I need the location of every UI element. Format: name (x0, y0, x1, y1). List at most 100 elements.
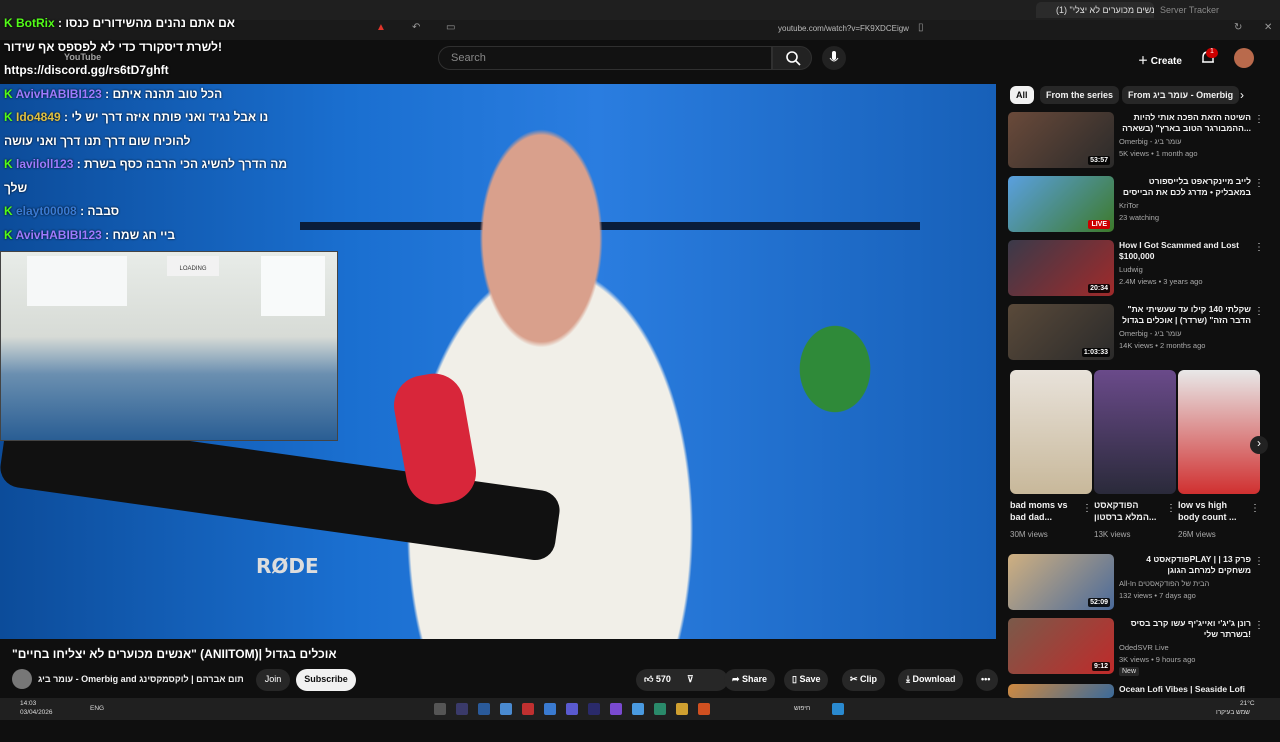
download-button[interactable]: ⤓ Download (898, 669, 964, 691)
chat-text: נו אבל נגיד ואני פותח איזה דרך יש לי (71, 110, 269, 124)
taskbar-app-icon[interactable] (632, 703, 644, 715)
video-thumbnail[interactable]: 1:03:33 (1008, 304, 1114, 360)
filter-chip[interactable]: All (1010, 86, 1034, 104)
like-button[interactable]: 👍︎ 570 ⊽ (636, 669, 728, 691)
taskbar-search-label[interactable]: חיפוש (794, 705, 810, 712)
recommended-video[interactable]: 52:09 פודקאסט 4PLAY | פרק 13 | משחקים למר… (1008, 554, 1264, 612)
kick-badge-icon: K (4, 110, 16, 124)
short-thumbnail[interactable] (1010, 370, 1092, 494)
chevron-right-icon[interactable]: › (1240, 88, 1244, 102)
clip-button[interactable]: ✂ Clip (842, 669, 886, 691)
kick-badge-icon: K (4, 86, 16, 101)
share-button[interactable]: ➦ Share (724, 669, 776, 691)
video-thumbnail[interactable]: 53:57 (1008, 112, 1114, 168)
chat-separator: : (60, 110, 72, 124)
taskbar-app-icon[interactable] (676, 703, 688, 715)
subscribe-button[interactable]: Subscribe (296, 669, 356, 691)
url-field[interactable]: youtube.com/watch?v=FK9XDCEigw (778, 24, 909, 33)
taskbar-app-icon[interactable] (588, 703, 600, 715)
more-icon[interactable]: ⋮ (1166, 503, 1176, 514)
search-input[interactable]: Search (438, 46, 772, 70)
more-icon[interactable]: ⋮ (1082, 503, 1092, 514)
plus-icon: ＋ (1138, 56, 1151, 67)
taskbar-app-icon[interactable] (698, 703, 710, 715)
short-thumbnail[interactable] (1178, 370, 1260, 494)
language-indicator[interactable]: ENG (90, 705, 104, 712)
recommended-title[interactable]: לייב מיינקראפט בלייספורט במאבליק • מדרג … (1119, 176, 1251, 198)
taskbar-app-icon[interactable] (456, 703, 468, 715)
back-icon[interactable]: ↶ (412, 22, 420, 33)
taskbar-app-icon[interactable] (478, 703, 490, 715)
recommended-video[interactable]: 20:34 How I Got Scammed and Lost $100,000… (1008, 240, 1264, 298)
chat-username: BotRix (16, 16, 55, 30)
chat-message: להוכיח שום דרך תנו דרך ואני עושה (4, 134, 190, 148)
cam-sign: LOADING (167, 256, 219, 276)
recommended-channel[interactable]: Omerbig - עומר ביג (1119, 329, 1181, 338)
recommended-video[interactable]: LIVE לייב מיינקראפט בלייספורט במאבליק • מ… (1008, 176, 1264, 234)
download-label: Download (912, 674, 956, 684)
video-thumbnail[interactable]: LIVE (1008, 176, 1114, 232)
clip-label: Clip (860, 674, 878, 684)
recommended-channel[interactable]: Ludwig (1119, 265, 1143, 274)
bookmark-icon[interactable]: ▯ (918, 22, 924, 33)
taskbar-app-icon[interactable] (654, 703, 666, 715)
recommended-meta: 132 views • 7 days ago (1119, 591, 1196, 600)
more-icon[interactable]: ⋮ (1254, 556, 1264, 567)
more-icon[interactable]: ⋮ (1254, 114, 1264, 125)
taskbar-app-icon[interactable] (500, 703, 512, 715)
more-icon[interactable]: ⋮ (1254, 178, 1264, 189)
taskbar-app-icon[interactable] (832, 703, 844, 715)
record-icon[interactable]: ▲ (376, 22, 386, 33)
recommended-title[interactable]: פודקאסט 4PLAY | פרק 13 | משחקים למרחב הג… (1119, 554, 1251, 576)
chat-text: להוכיח שום דרך תנו דרך ואני עושה (4, 133, 191, 148)
recommended-title[interactable]: רונן ג'יג'י ואייג'יף עשו קרב בסיס בשרתר … (1119, 618, 1251, 640)
recommended-video[interactable]: 1:03:33 "שקלתי 140 קילו עד שעשיתי את הדבר… (1008, 304, 1264, 362)
reload-icon[interactable]: ↻ (1234, 22, 1242, 33)
video-thumbnail[interactable]: 9:12 (1008, 618, 1114, 674)
recommended-channel[interactable]: KriTor (1119, 201, 1139, 210)
short-title[interactable]: הפודקאסט המלא ברסטון... (1094, 499, 1164, 523)
recommended-channel[interactable]: OdedSVR Live (1119, 643, 1169, 652)
recommended-video[interactable]: 53:57 השיטה הזאת הפכה אותי להיות ההמבורגר… (1008, 112, 1264, 170)
kick-badge-icon: K (4, 16, 16, 30)
recommended-title[interactable]: "שקלתי 140 קילו עד שעשיתי את הדבר הזה" (… (1119, 304, 1251, 326)
taskbar-app-icon[interactable] (610, 703, 622, 715)
recommended-channel[interactable]: All-In הבית של הפודקאסטים (1119, 579, 1209, 588)
voice-search-button[interactable] (822, 46, 846, 70)
tab-youtube[interactable]: (1) "אנשים מכוערים לא יצלי... (1036, 2, 1154, 18)
filter-chip[interactable]: From the series (1040, 86, 1120, 104)
short-thumbnail[interactable] (1094, 370, 1176, 494)
channel-avatar[interactable] (12, 669, 32, 689)
filter-chip[interactable]: From עומר ביג - Omerbig (1122, 86, 1240, 104)
close-icon[interactable]: ✕ (1264, 22, 1272, 33)
search-button[interactable] (772, 46, 812, 70)
join-button[interactable]: Join (256, 669, 290, 691)
recommended-title[interactable]: השיטה הזאת הפכה אותי להיות ההמבורגר הטוב… (1119, 112, 1251, 134)
more-icon[interactable]: ⋮ (1254, 242, 1264, 253)
short-title[interactable]: bad moms vs bad dad... (1010, 499, 1080, 523)
more-actions-button[interactable]: ••• (976, 669, 998, 691)
taskbar-app-icon[interactable] (544, 703, 556, 715)
taskbar-app-icon[interactable] (522, 703, 534, 715)
short-title[interactable]: low vs high body count ... (1178, 499, 1248, 523)
recommended-channel[interactable]: Omerbig - עומר ביג (1119, 137, 1181, 146)
chat-separator: : (101, 86, 113, 101)
cast-icon[interactable]: ▭ (446, 22, 455, 33)
taskbar-app-icon[interactable] (434, 703, 446, 715)
more-icon[interactable]: ⋮ (1254, 620, 1264, 631)
tab-server-tracker[interactable]: Server Tracker (1160, 5, 1219, 15)
more-icon[interactable]: ⋮ (1254, 306, 1264, 317)
cam-window-left (27, 256, 127, 306)
video-thumbnail[interactable]: 52:09 (1008, 554, 1114, 610)
recommended-title[interactable]: How I Got Scammed and Lost $100,000 (1119, 240, 1251, 262)
video-thumbnail[interactable] (1008, 684, 1114, 698)
video-thumbnail[interactable]: 20:34 (1008, 240, 1114, 296)
avatar[interactable] (1234, 48, 1254, 68)
create-button[interactable]: ＋ Create (1132, 48, 1188, 70)
save-button[interactable]: ▯ Save (784, 669, 829, 691)
taskbar-app-icon[interactable] (566, 703, 578, 715)
shorts-next-icon[interactable]: › (1250, 436, 1268, 454)
channel-name[interactable]: עומר ביג - Omerbig and תום אברהם | לוקסמ… (38, 674, 244, 684)
recommended-video[interactable]: 9:12 רונן ג'יג'י ואייג'יף עשו קרב בסיס בש… (1008, 618, 1264, 676)
more-icon[interactable]: ⋮ (1250, 503, 1260, 514)
